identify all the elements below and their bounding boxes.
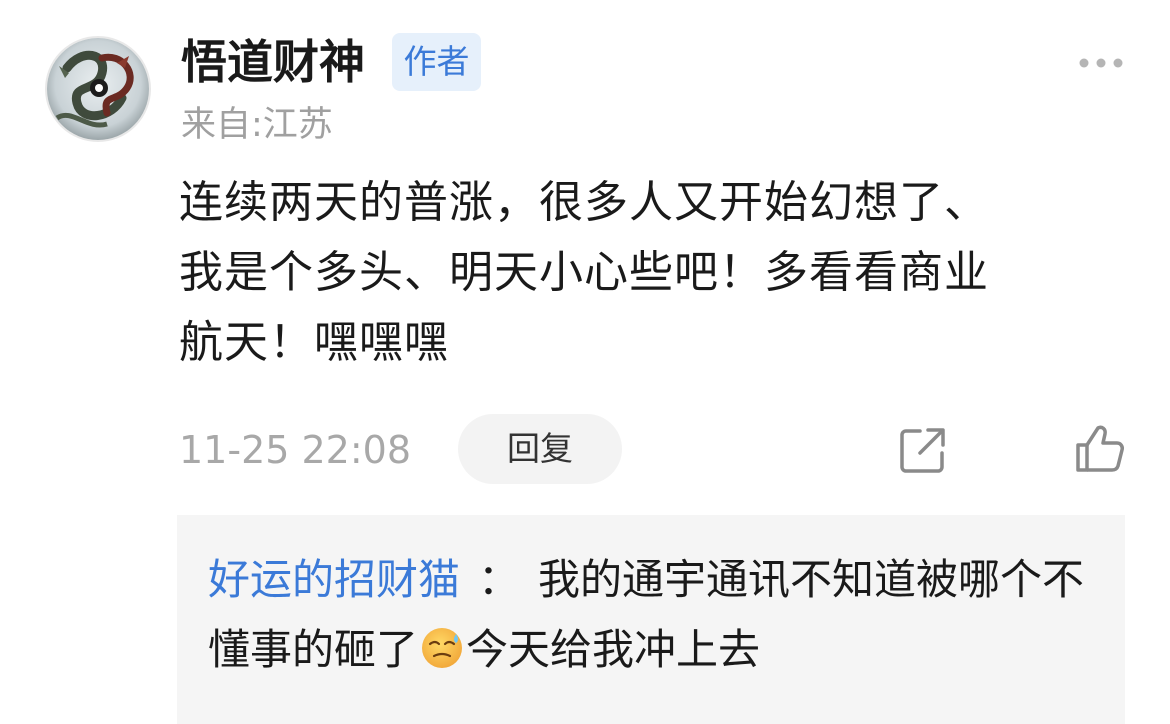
- share-icon[interactable]: [898, 425, 948, 475]
- author-location: 来自:江苏: [181, 105, 333, 145]
- comment-timestamp: 11-25 22:08: [179, 428, 412, 472]
- reply-text-after-emoji: 今天给我冲上去: [466, 625, 761, 674]
- author-badge: 作者: [392, 33, 481, 91]
- sweating-face-emoji-icon: [420, 621, 464, 668]
- reply-preview[interactable]: 好运的招财猫：我的通宇通讯不知道被哪个不懂事的砸了 今天给我冲上去: [177, 515, 1125, 724]
- author-name[interactable]: 悟道财神: [181, 34, 365, 90]
- reply-button[interactable]: 回复: [458, 414, 622, 484]
- reply-username[interactable]: 好运的招财猫: [208, 555, 460, 604]
- reply-text: 好运的招财猫：我的通宇通讯不知道被哪个不懂事的砸了 今天给我冲上去: [208, 545, 1088, 685]
- more-horizontal-icon[interactable]: [1078, 55, 1124, 69]
- thumbs-up-icon[interactable]: [1074, 423, 1126, 475]
- comment-text: 连续两天的普涨，很多人又开始幻想了、 我是个多头、明天小心些吧！多看看商业 航天…: [179, 177, 989, 368]
- reply-colon: ：: [478, 555, 521, 604]
- dragon-avatar-image: [47, 38, 149, 140]
- avatar[interactable]: [45, 36, 151, 142]
